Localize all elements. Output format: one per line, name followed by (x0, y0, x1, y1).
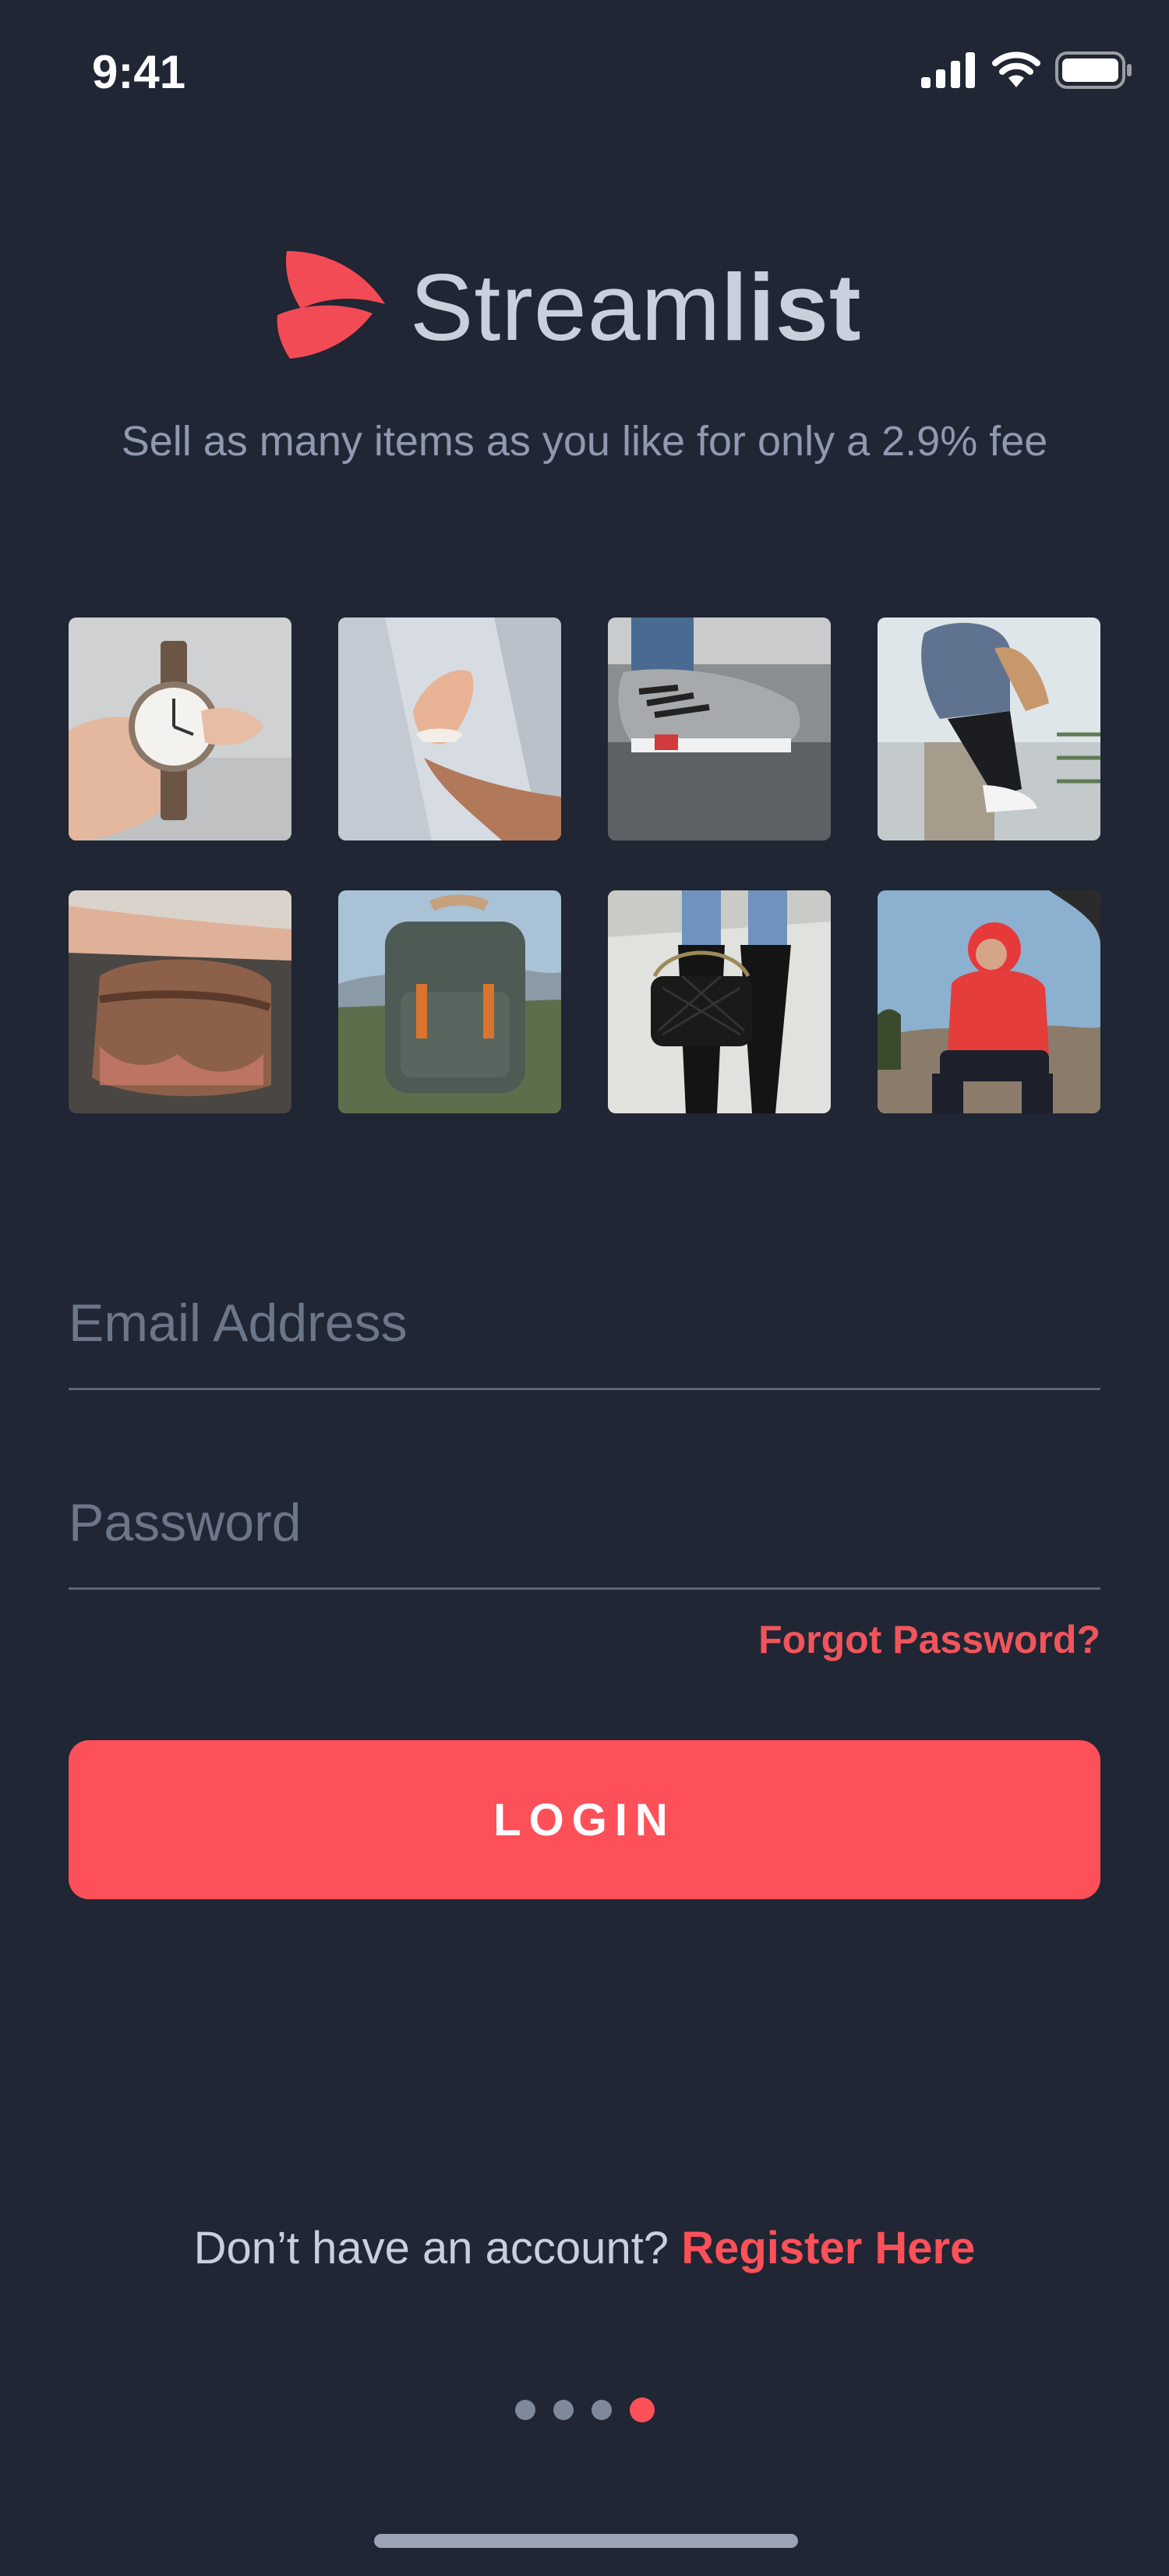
product-gallery (69, 617, 1100, 1113)
status-bar: 9:41 (0, 0, 1169, 140)
brand-name: Streamlist (410, 260, 862, 355)
red-hoodie-photo[interactable] (878, 890, 1100, 1113)
wifi-icon (991, 51, 1041, 93)
black-handbag-photo[interactable] (608, 890, 831, 1113)
backpack-photo[interactable] (338, 890, 561, 1113)
status-icons (921, 51, 1133, 93)
register-prompt-text: Don’t have an account? (193, 2223, 682, 2273)
wristwatch-photo[interactable] (69, 617, 291, 840)
brand-name-bold: list (721, 253, 862, 360)
page-dot[interactable] (591, 2400, 612, 2420)
register-prompt: Don’t have an account? Register Here (0, 2222, 1169, 2274)
page-dot[interactable] (514, 2400, 535, 2420)
page-dot[interactable] (553, 2400, 574, 2420)
leather-bag-photo[interactable] (69, 890, 291, 1113)
forgot-password-link[interactable]: Forgot Password? (758, 1617, 1100, 1662)
streamlist-logo-icon (273, 248, 387, 366)
brand-name-light: Stream (410, 253, 722, 360)
login-button[interactable]: LOGIN (69, 1740, 1100, 1899)
cellular-signal-icon (921, 52, 977, 92)
brand-logo: Streamlist (273, 248, 862, 366)
status-time: 9:41 (92, 46, 186, 98)
page-dot-active[interactable] (629, 2397, 655, 2422)
email-field[interactable] (69, 1293, 1100, 1353)
page-indicator (0, 2397, 1169, 2422)
tagline: Sell as many items as you like for only … (121, 418, 1048, 465)
register-link[interactable]: Register Here (681, 2223, 975, 2273)
password-field[interactable] (69, 1492, 1100, 1553)
sneaker-hand-photo[interactable] (338, 617, 561, 840)
home-indicator (374, 2534, 798, 2548)
battery-icon (1055, 51, 1133, 93)
password-field-container (69, 1486, 1100, 1590)
white-sneakers-photo[interactable] (878, 617, 1100, 840)
grey-sneakers-photo[interactable] (608, 617, 831, 840)
email-field-container (69, 1286, 1100, 1390)
